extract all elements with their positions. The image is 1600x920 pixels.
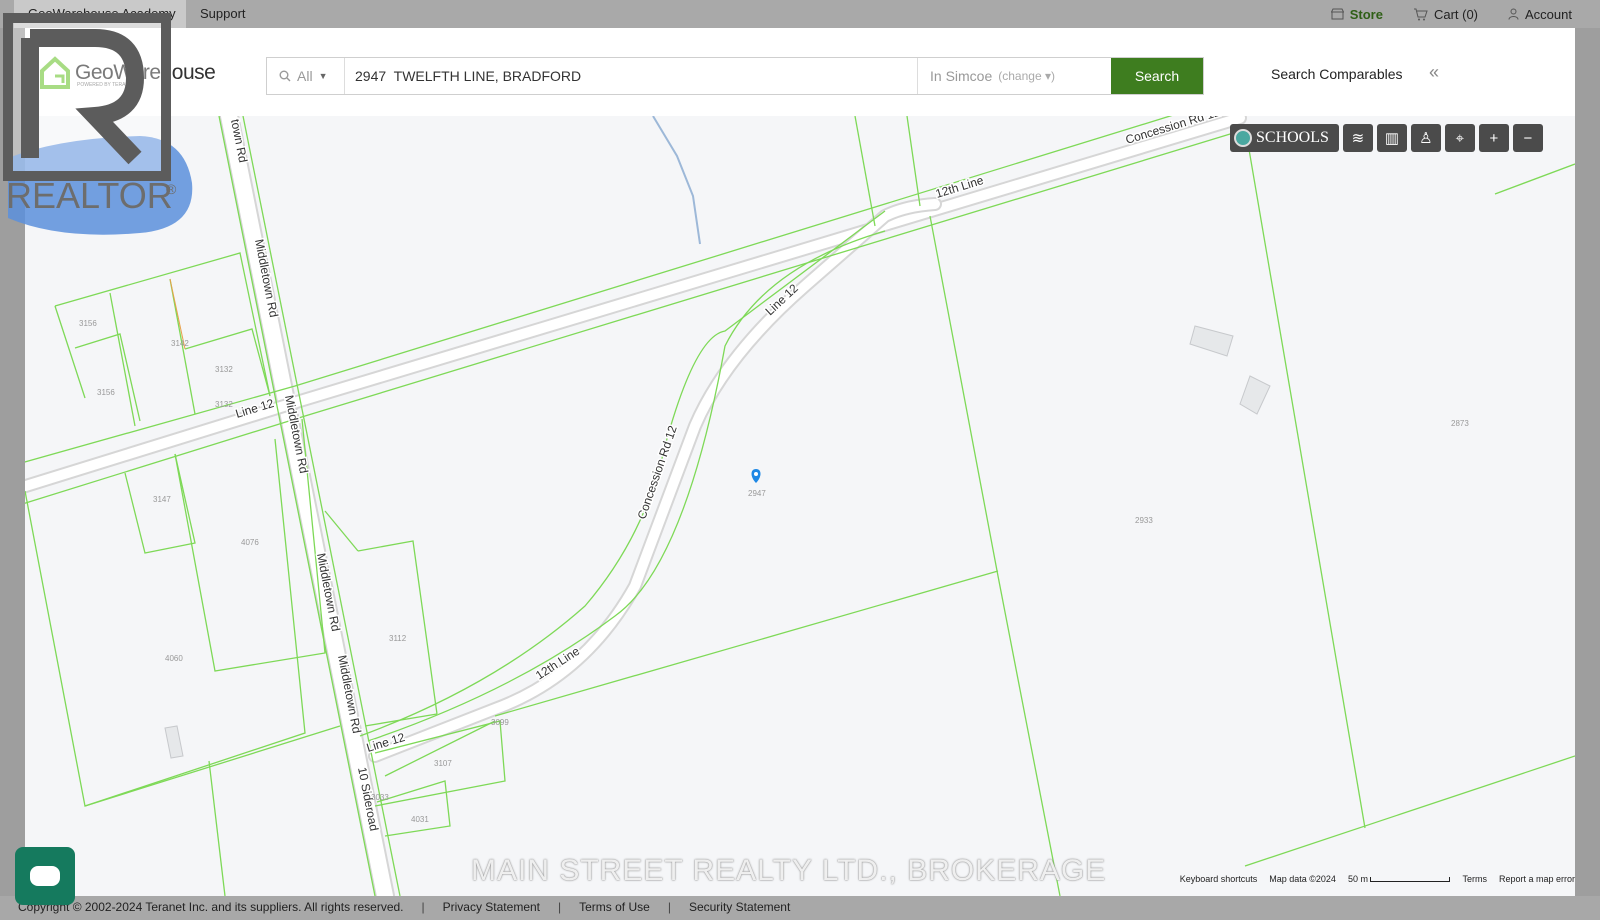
parcel-number: 3147 [153, 495, 171, 504]
realtor-wordmark: REALTOR [6, 175, 173, 216]
map-toolbar: SCHOOLS ≋ ▥ ♙ ⌖ + − [1230, 124, 1543, 152]
security-link[interactable]: Security Statement [689, 900, 808, 914]
pegman-icon: ♙ [1419, 130, 1433, 147]
footer-separator: | [421, 900, 425, 914]
realtor-logo: REALTOR ® [3, 13, 193, 235]
parcel-number: 4076 [241, 538, 259, 547]
map-canvas[interactable]: town Rd Middletown Rd Middletown Rd Midd… [25, 116, 1575, 896]
parcel-number: 3156 [79, 319, 97, 328]
report-error-link[interactable]: Report a map error [1499, 874, 1575, 884]
parcel-number: 2933 [1135, 516, 1153, 525]
main-frame: GeoWarehouse POWERED BY TERANET All ▼ In… [25, 28, 1575, 896]
region-selector[interactable]: In Simcoe (change ▾) [917, 58, 1111, 94]
cart-link[interactable]: Cart (0) [1413, 7, 1478, 22]
user-icon [1508, 8, 1519, 20]
search-filter-label: All [297, 68, 313, 84]
terms-of-use-link[interactable]: Terms of Use [579, 900, 668, 914]
copyright-text: Copyright © 2002-2024 Teranet Inc. and i… [18, 900, 404, 914]
parcel-number: 3132 [215, 400, 233, 409]
parcel-number: 3033 [371, 793, 389, 802]
map-type-button[interactable]: ▥ [1376, 124, 1407, 152]
account-link[interactable]: Account [1508, 7, 1572, 22]
map-data-label: Map data ©2024 [1269, 874, 1336, 884]
region-change-link[interactable]: (change ▾) [998, 69, 1055, 83]
locate-button[interactable]: ⌖ [1444, 124, 1475, 152]
parcel-number: 3112 [389, 634, 407, 643]
parcel-number: 3107 [434, 759, 452, 768]
parcel-number: 2873 [1451, 419, 1469, 428]
region-label: In Simcoe [930, 68, 993, 84]
schools-toggle-button[interactable]: SCHOOLS [1230, 124, 1339, 152]
search-icon [279, 70, 291, 82]
footer-links: Copyright © 2002-2024 Teranet Inc. and i… [18, 900, 808, 914]
street-view-button[interactable]: ♙ [1410, 124, 1441, 152]
brokerage-watermark: MAIN STREET REALTY LTD., BROKERAGE [471, 854, 1107, 887]
layers-button[interactable]: ≋ [1342, 124, 1373, 152]
account-label: Account [1525, 6, 1572, 22]
parcel-number: 4031 [411, 815, 429, 824]
footer-separator: | [667, 900, 671, 914]
map-icon: ▥ [1384, 130, 1399, 147]
scale-label: 50 m [1347, 874, 1368, 884]
search-button[interactable]: Search [1111, 58, 1203, 94]
minus-icon: − [1523, 129, 1533, 147]
footer: Copyright © 2002-2024 Teranet Inc. and i… [0, 896, 1600, 920]
schools-label: SCHOOLS [1256, 129, 1329, 146]
parcel-number: 3099 [491, 718, 509, 727]
chat-launcher-button[interactable] [15, 847, 75, 905]
schools-icon [1234, 129, 1252, 147]
chat-bubble-icon [30, 866, 60, 886]
collapse-double-chevron-icon[interactable]: « [1429, 62, 1439, 83]
zoom-out-button[interactable]: − [1512, 124, 1543, 152]
terms-link[interactable]: Terms [1462, 874, 1487, 884]
creek [652, 116, 701, 245]
footer-separator: | [558, 900, 562, 914]
plus-icon: + [1489, 129, 1499, 147]
top-utility-bar: GeoWarehouse Academy Support Store Cart … [0, 0, 1600, 28]
scale-bar [1370, 877, 1451, 883]
store-icon [1330, 8, 1344, 20]
map-view[interactable]: town Rd Middletown Rd Middletown Rd Midd… [25, 116, 1575, 896]
map-attribution: Keyboard shortcuts Map data ©2024 50 m T… [1180, 874, 1575, 884]
parcel-number: 3132 [215, 365, 233, 374]
parcel-number: 3156 [97, 388, 115, 397]
parcel-number: 3142 [171, 339, 189, 348]
road-labels: town Rd Middletown Rd Middletown Rd Midd… [227, 116, 1224, 834]
keyboard-shortcuts-link[interactable]: Keyboard shortcuts [1180, 874, 1258, 884]
search-bar: All ▼ In Simcoe (change ▾) Search [266, 57, 1204, 95]
layers-icon: ≋ [1351, 130, 1365, 147]
caret-down-icon: ▼ [318, 71, 328, 81]
parcel-number: 4060 [165, 654, 183, 663]
search-comparables-link[interactable]: Search Comparables [1271, 66, 1403, 82]
topbar-right: Store Cart (0) Account [1330, 0, 1572, 28]
support-link[interactable]: Support [200, 0, 246, 28]
search-filter-dropdown[interactable]: All ▼ [267, 58, 345, 94]
cart-icon [1413, 8, 1428, 20]
privacy-link[interactable]: Privacy Statement [443, 900, 558, 914]
registered-mark: ® [166, 181, 177, 197]
cart-label: Cart (0) [1433, 6, 1479, 22]
app-header: GeoWarehouse POWERED BY TERANET All ▼ In… [25, 28, 1575, 117]
property-marker-icon[interactable] [751, 469, 761, 483]
roads [25, 116, 1247, 896]
store-link[interactable]: Store [1330, 6, 1383, 22]
scale-indicator[interactable]: 50 m [1348, 874, 1451, 884]
crosshair-icon: ⌖ [1455, 129, 1465, 147]
zoom-in-button[interactable]: + [1478, 124, 1509, 152]
store-label: Store [1349, 6, 1383, 22]
parcel-number: 2947 [748, 489, 766, 498]
address-search-input[interactable] [345, 58, 917, 94]
